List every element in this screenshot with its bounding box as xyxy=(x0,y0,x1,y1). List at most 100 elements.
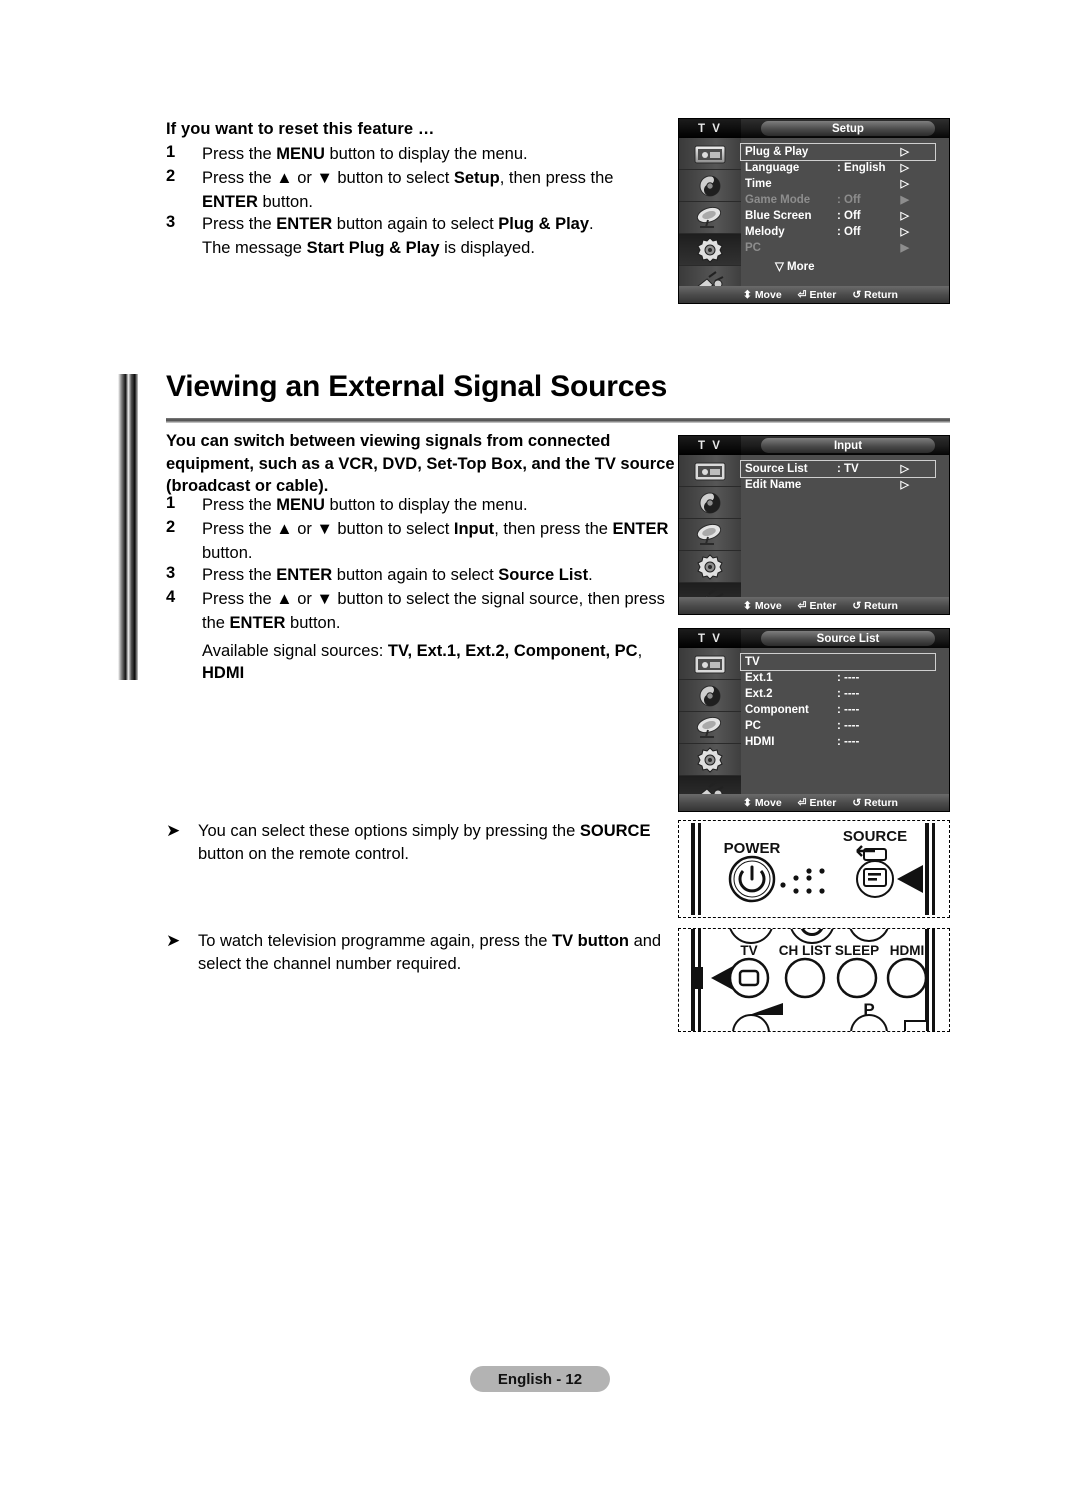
osd-row-melody[interactable]: Melody : Off ▷ xyxy=(741,224,935,240)
osd-body: TV Ext.1 : ---- Ext.2 : ---- Component :… xyxy=(679,648,949,811)
osd-footer-move: ⬍ Move xyxy=(743,600,782,612)
sidebar-item-channel[interactable] xyxy=(679,712,741,744)
step-number: 3 xyxy=(166,213,176,232)
heading-accent-bar xyxy=(118,374,138,680)
sidebar-item-picture[interactable] xyxy=(679,138,741,170)
sidebar-item-channel[interactable] xyxy=(679,519,741,551)
source-item-ext1[interactable]: Ext.1 : ---- xyxy=(741,670,935,686)
osd-setup-menu[interactable]: T V Setup Plug & Play ▷ Language: Engli… xyxy=(678,118,950,304)
sidebar-item-setup[interactable] xyxy=(679,744,741,776)
osd-footer-enter: ⏎ Enter xyxy=(798,600,837,612)
main-steps-list: 1 Press the MENU button to display the m… xyxy=(166,494,678,685)
osd-row-label: Source List xyxy=(745,463,808,475)
sidebar-item-setup[interactable] xyxy=(679,551,741,583)
osd-row-label: Language xyxy=(745,162,800,174)
step-number: 2 xyxy=(166,166,176,185)
picture-icon xyxy=(694,655,726,673)
picture-icon xyxy=(694,145,726,163)
remote-illustration-tv-buttons: TV CH LIST SLEEP HDMI P xyxy=(678,928,950,1032)
sidebar-item-channel[interactable] xyxy=(679,202,741,234)
osd-content: Plug & Play ▷ Language : English ▷ Time … xyxy=(740,138,949,303)
source-item-ext2[interactable]: Ext.2 : ---- xyxy=(741,686,935,702)
page-footer: English - 12 xyxy=(470,1366,610,1392)
arrow-bullet-icon: ➤ xyxy=(166,821,181,840)
step-text: Press the ▲ or ▼ button to select Setup,… xyxy=(202,168,614,187)
source-item-hdmi[interactable]: HDMI : ---- xyxy=(741,734,935,750)
osd-footer-enter: ⏎ Enter xyxy=(798,797,837,809)
speaker-icon xyxy=(699,175,721,196)
osd-title-text: Input xyxy=(761,438,935,453)
osd-content: TV Ext.1 : ---- Ext.2 : ---- Component :… xyxy=(740,648,949,811)
source-item-component[interactable]: Component : ---- xyxy=(741,702,935,718)
osd-row-value: : Off xyxy=(837,194,861,206)
osd-tv-label: T V xyxy=(679,436,741,455)
step-text: Press the ▲ or ▼ button to select the si… xyxy=(202,590,665,609)
osd-row-source-list[interactable]: Source List : TV ▷ xyxy=(740,460,936,478)
osd-row-edit-name[interactable]: Edit Name ▷ xyxy=(741,477,935,493)
osd-title-text: Source List xyxy=(761,631,935,646)
osd-row-label: Game Mode xyxy=(745,194,811,206)
sidebar-item-picture[interactable] xyxy=(679,648,741,680)
heading-divider xyxy=(166,418,950,423)
sidebar-item-picture[interactable] xyxy=(679,455,741,487)
sidebar-item-sound[interactable] xyxy=(679,170,741,202)
osd-body: Source List : TV ▷ Edit Name ▷ ⬍ Move ⏎ En… xyxy=(679,455,949,614)
return-arrow-icon: ↺ xyxy=(852,288,862,301)
satellite-dish-icon xyxy=(696,206,722,228)
osd-source-list-menu[interactable]: T V Source List TV Ext.1: ---- Ext.2: … xyxy=(678,628,950,812)
source-label: SOURCE xyxy=(843,828,907,845)
satellite-dish-icon xyxy=(696,523,722,545)
osd-title-bar: T V Input xyxy=(679,436,949,455)
osd-footer-move-label: Move xyxy=(754,599,782,612)
list-item: 3 Press the ENTER button again to select… xyxy=(166,213,676,236)
osd-footer-move: ⬍ Move xyxy=(743,797,782,809)
reset-section-title: If you want to reset this feature … xyxy=(166,120,435,138)
return-arrow-icon: ↺ xyxy=(852,796,862,809)
osd-title-text: Setup xyxy=(761,121,935,136)
osd-more-row[interactable]: ▽ More xyxy=(741,259,949,273)
osd-input-menu[interactable]: T V Input Source List: TV ▷ Edit Name ▷… xyxy=(678,435,950,615)
osd-footer-enter: ⏎ Enter xyxy=(798,289,837,301)
osd-footer-return-label: Return xyxy=(864,796,898,809)
osd-row-label: HDMI xyxy=(745,736,775,748)
chevron-right-icon: ▷ xyxy=(900,463,909,475)
sidebar-item-sound[interactable] xyxy=(679,680,741,712)
osd-footer-return: ↺ Return xyxy=(852,797,898,809)
osd-row-plug-and-play[interactable]: Plug & Play ▷ xyxy=(740,143,936,161)
note-line-1: To watch television programme again, pre… xyxy=(198,932,662,950)
osd-icon-rail xyxy=(679,455,741,614)
list-item: 2 Press the ▲ or ▼ button to select Inpu… xyxy=(166,518,678,541)
note-tv-button: ➤ To watch television programme again, p… xyxy=(166,930,676,976)
step-number: 4 xyxy=(166,588,176,607)
osd-footer-bar: ⬍ Move ⏎ Enter ↺ Return xyxy=(679,794,949,811)
osd-content: Source List : TV ▷ Edit Name ▷ xyxy=(740,455,949,614)
osd-row-game-mode: Game Mode : Off ▶ xyxy=(741,192,935,208)
intro-paragraph: You can switch between viewing signals f… xyxy=(166,432,675,496)
osd-row-label: Edit Name xyxy=(745,479,802,491)
osd-row-label: Plug & Play xyxy=(745,146,809,158)
osd-row-value: : English xyxy=(837,162,886,174)
chevron-right-icon: ▶ xyxy=(900,242,909,254)
osd-body: Plug & Play ▷ Language : English ▷ Time … xyxy=(679,138,949,303)
sidebar-item-sound[interactable] xyxy=(679,487,741,519)
osd-row-time[interactable]: Time ▷ xyxy=(741,176,935,192)
chevron-right-icon: ▷ xyxy=(900,178,909,190)
sidebar-item-setup[interactable] xyxy=(679,234,741,266)
osd-row-value: : TV xyxy=(837,463,859,475)
step-continuation: ENTER button. xyxy=(202,192,313,211)
note-source-button: ➤ You can select these options simply by… xyxy=(166,820,676,866)
step-text: Press the MENU button to display the men… xyxy=(202,496,528,514)
manual-page: If you want to reset this feature … 1 Pr… xyxy=(0,0,1080,1486)
satellite-dish-icon xyxy=(696,716,722,738)
osd-row-language[interactable]: Language : English ▷ xyxy=(741,160,935,176)
osd-row-blue-screen[interactable]: Blue Screen : Off ▷ xyxy=(741,208,935,224)
osd-row-label: Component xyxy=(745,704,809,716)
source-item-tv[interactable]: TV xyxy=(740,653,936,671)
note-line-1: You can select these options simply by p… xyxy=(198,822,651,840)
source-item-pc[interactable]: PC : ---- xyxy=(741,718,935,734)
list-item: 3 Press the ENTER button again to select… xyxy=(166,564,678,587)
gear-icon xyxy=(697,553,723,580)
enter-key-icon: ⏎ xyxy=(797,796,807,809)
osd-row-value: : ---- xyxy=(837,672,860,684)
list-item: 4 Press the ▲ or ▼ button to select the … xyxy=(166,588,678,611)
